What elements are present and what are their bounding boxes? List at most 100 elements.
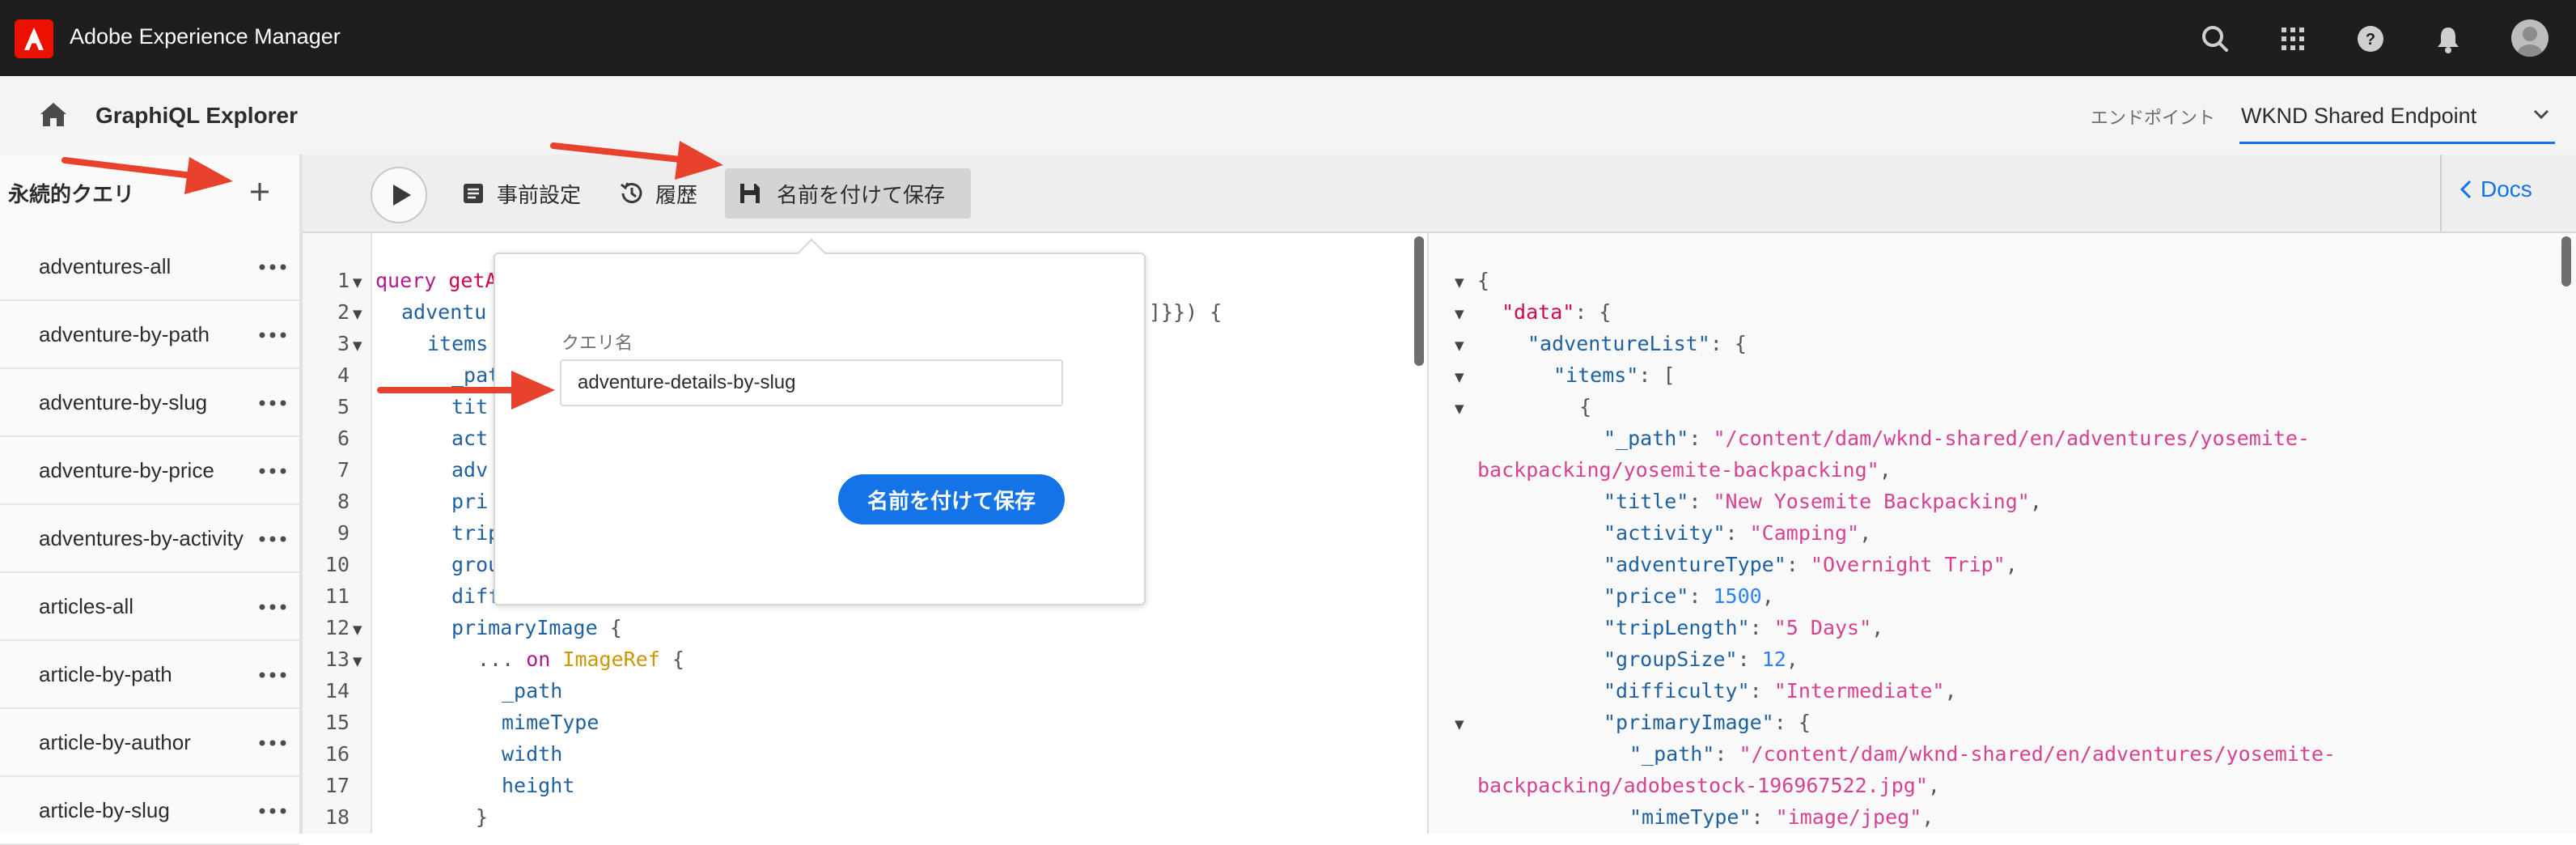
fold-arrow-icon[interactable]: ▼: [1455, 717, 1464, 732]
json-key: "items": [1553, 363, 1639, 387]
code-line: mimeType: [502, 711, 599, 734]
more-icon[interactable]: [259, 332, 286, 338]
code-line: pri: [451, 490, 488, 513]
more-icon[interactable]: [259, 604, 286, 610]
json-key: "price": [1604, 584, 1689, 608]
more-icon[interactable]: [259, 400, 286, 406]
svg-text:?: ?: [2366, 31, 2375, 49]
query-name-input[interactable]: [560, 359, 1063, 406]
json-string: "Intermediate": [1773, 679, 1945, 703]
divider: [2440, 155, 2442, 231]
punctuation: ,: [1879, 458, 1892, 482]
json-key: "_path": [1629, 742, 1715, 766]
punctuation: :: [1749, 679, 1774, 703]
json-line: "data": {: [1502, 300, 1611, 324]
list-item[interactable]: article-by-author: [0, 709, 299, 777]
avatar[interactable]: [2511, 19, 2548, 57]
fold-arrow-icon[interactable]: ▼: [353, 307, 362, 321]
json-key: "activity": [1604, 521, 1726, 545]
save-as-popover: [494, 253, 1146, 605]
popover-save-button[interactable]: 名前を付けて保存: [838, 474, 1065, 524]
query-list: adventures-all adventure-by-path adventu…: [0, 233, 299, 845]
more-icon[interactable]: [259, 740, 286, 746]
editor-scrollbar[interactable]: [1414, 236, 1424, 366]
line-number: 9: [337, 521, 350, 545]
punctuation: ,: [1944, 679, 1957, 703]
more-icon[interactable]: [259, 536, 286, 542]
json-line: "adventureType": "Overnight Trip",: [1604, 553, 2018, 576]
run-button[interactable]: [371, 167, 427, 223]
bell-icon[interactable]: [2429, 19, 2468, 58]
more-icon[interactable]: [259, 672, 286, 678]
punctuation: {: [1579, 395, 1592, 418]
save-as-button-content[interactable]: 名前を付けて保存: [738, 170, 945, 217]
adobe-logo-icon[interactable]: [15, 19, 53, 58]
punctuation: }: [476, 805, 489, 829]
field: height: [502, 774, 575, 797]
punctuation: ,: [2005, 553, 2018, 576]
code-line: adv: [451, 458, 488, 482]
code-line: items: [427, 332, 488, 355]
json-string: "/content/dam/wknd-shared/en/adventures/…: [1739, 742, 2336, 766]
json-number: 1500: [1713, 584, 1762, 608]
punctuation: :: [1688, 490, 1714, 513]
field: adventu: [401, 300, 487, 324]
punctuation: ,: [1927, 774, 1940, 797]
plus-icon[interactable]: [244, 176, 275, 207]
list-item[interactable]: article-by-slug: [0, 777, 299, 845]
fold-arrow-icon[interactable]: ▼: [353, 622, 362, 637]
punctuation: ,: [1859, 521, 1872, 545]
fold-arrow-icon[interactable]: ▼: [353, 275, 362, 290]
list-item[interactable]: adventure-by-path: [0, 301, 299, 369]
fold-arrow-icon[interactable]: ▼: [1455, 338, 1464, 353]
more-icon[interactable]: [259, 808, 286, 814]
json-key: "_path": [1604, 427, 1689, 450]
more-icon[interactable]: [259, 468, 286, 474]
json-string: "5 Days": [1773, 616, 1872, 639]
keyword: on: [526, 648, 551, 671]
list-item[interactable]: adventure-by-slug: [0, 369, 299, 437]
line-number: 7: [337, 458, 350, 482]
field: items: [427, 332, 489, 355]
json-line: "title": "New Yosemite Backpacking",: [1604, 490, 2042, 513]
fold-arrow-icon[interactable]: ▼: [353, 654, 362, 669]
line-number: 4: [337, 363, 350, 387]
list-item[interactable]: article-by-path: [0, 641, 299, 709]
punctuation: ,: [2029, 490, 2042, 513]
punctuation: ,: [1921, 805, 1934, 829]
help-icon[interactable]: ?: [2351, 19, 2390, 58]
list-item[interactable]: adventure-by-price: [0, 437, 299, 505]
fold-arrow-icon[interactable]: ▼: [1455, 275, 1464, 290]
line-number: 3: [337, 332, 350, 355]
list-item-label: article-by-author: [39, 730, 191, 754]
list-item[interactable]: adventures-all: [0, 233, 299, 301]
home-icon[interactable]: [37, 99, 70, 131]
punctuation: {: [672, 648, 684, 671]
annotation-arrow-icon: [61, 157, 233, 194]
json-string: backpacking/adobestock-196967522.jpg": [1477, 774, 1928, 797]
more-icon[interactable]: [259, 264, 286, 270]
fold-arrow-icon[interactable]: ▼: [1455, 307, 1464, 321]
app-title[interactable]: Adobe Experience Manager: [70, 24, 341, 49]
punctuation: : {: [1574, 300, 1612, 324]
play-icon: [393, 185, 411, 206]
punctuation: : [: [1638, 363, 1676, 387]
code-line: ]}}) {: [1149, 300, 1222, 324]
field: act: [451, 427, 489, 450]
field: mimeType: [502, 711, 600, 734]
fold-arrow-icon[interactable]: ▼: [353, 338, 362, 353]
punctuation: ]}}) {: [1149, 300, 1222, 324]
list-item[interactable]: articles-all: [0, 573, 299, 641]
list-item-label: articles-all: [39, 594, 134, 618]
type-name: ImageRef: [562, 648, 660, 671]
list-item[interactable]: adventures-by-activity: [0, 505, 299, 573]
docs-button[interactable]: Docs: [2458, 176, 2532, 202]
fold-arrow-icon[interactable]: ▼: [1455, 401, 1464, 416]
chevron-down-icon[interactable]: [2531, 104, 2552, 125]
search-icon[interactable]: [2196, 19, 2235, 58]
line-number: 17: [324, 774, 350, 797]
field: primaryImage: [451, 616, 598, 639]
apps-grid-icon[interactable]: [2273, 19, 2312, 58]
result-scrollbar[interactable]: [2561, 236, 2571, 287]
fold-arrow-icon[interactable]: ▼: [1455, 370, 1464, 384]
